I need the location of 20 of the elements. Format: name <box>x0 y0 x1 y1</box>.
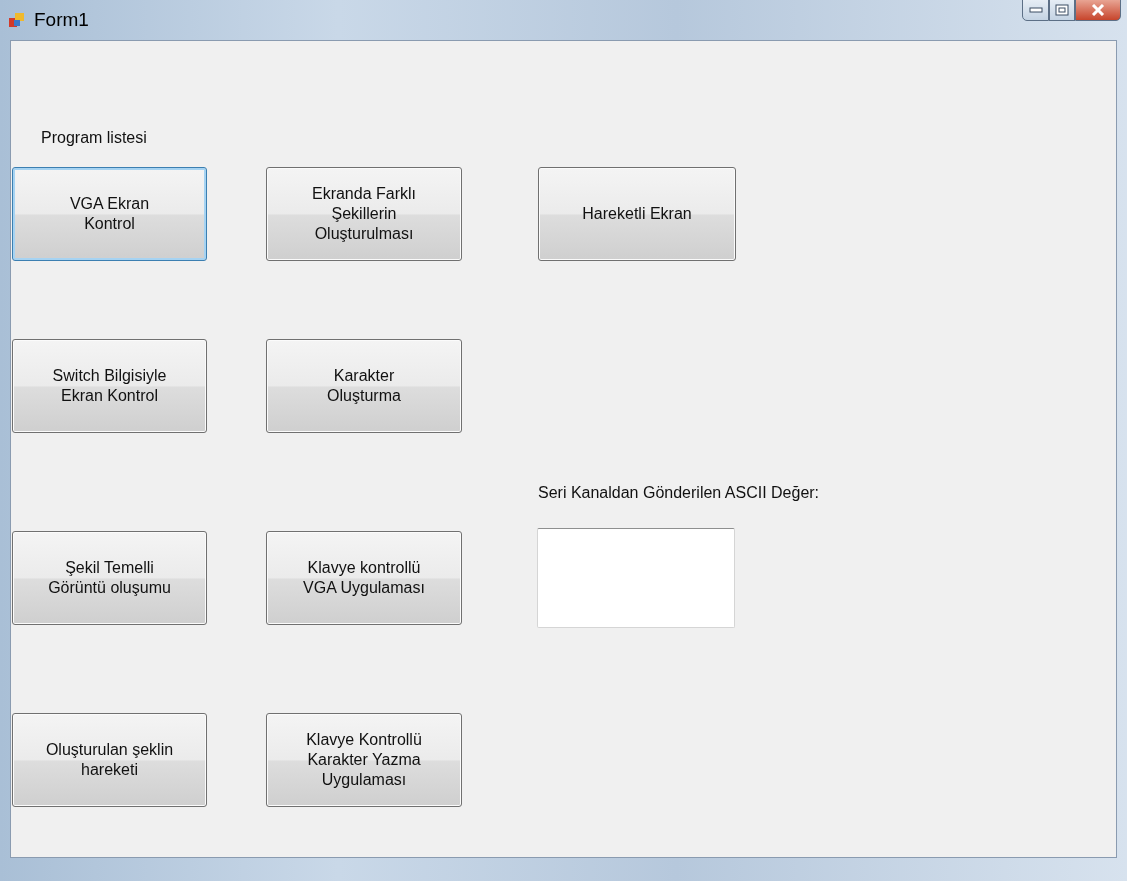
program-button[interactable]: Hareketli Ekran <box>538 167 736 261</box>
maximize-icon <box>1055 4 1069 16</box>
program-button[interactable]: Switch Bilgisiyle Ekran Kontrol <box>12 339 207 433</box>
program-button[interactable]: Klavye kontrollü VGA Uygulaması <box>266 531 462 625</box>
maximize-button[interactable] <box>1049 0 1075 21</box>
minimize-button[interactable] <box>1022 0 1049 21</box>
close-icon <box>1091 4 1105 16</box>
program-button[interactable]: Ekranda Farklı Şekillerin Oluşturulması <box>266 167 462 261</box>
window-title: Form1 <box>34 9 89 31</box>
minimize-icon <box>1028 7 1043 13</box>
close-button[interactable] <box>1075 0 1121 21</box>
ascii-input-field[interactable] <box>537 528 735 628</box>
program-button[interactable]: Oluşturulan şeklin hareketi <box>12 713 207 807</box>
ascii-label: Seri Kanaldan Gönderilen ASCII Değer: <box>538 484 821 502</box>
program-button[interactable]: Şekil Temelli Görüntü oluşumu <box>12 531 207 625</box>
app-icon <box>8 11 26 29</box>
program-button[interactable]: Karakter Oluşturma <box>266 339 462 433</box>
program-button[interactable]: VGA Ekran Kontrol <box>12 167 207 261</box>
program-button[interactable]: Klavye Kontrollü Karakter Yazma Uygulaması <box>266 713 462 807</box>
section-label: Program listesi <box>41 129 148 147</box>
